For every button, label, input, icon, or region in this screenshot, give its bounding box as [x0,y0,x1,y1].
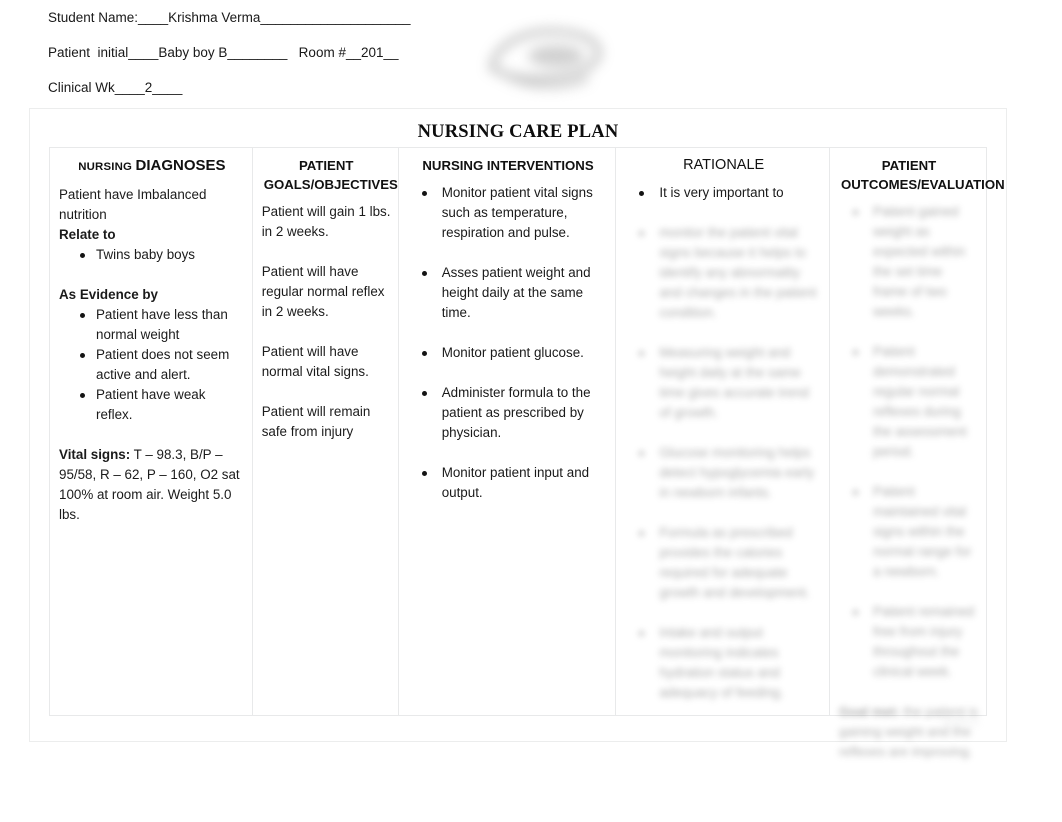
column-header-nursing-diagnoses: NURSING DIAGNOSES [59,156,245,177]
list-item: Monitor patient vital signs such as temp… [408,183,609,243]
goal-item: Patient will have normal vital signs. [261,344,369,379]
list-item: Patient gained weight as expected within… [839,202,979,322]
outcomes-note-label: Goal met: [839,704,900,719]
rationale-redacted-list: monitor the patient vital signs because … [625,223,822,703]
as-evidence-by-label: As Evidence by [59,287,158,302]
evidence-list: Patient have less than normal weight Pat… [59,305,245,425]
goal-item: Patient will remain safe from injury [261,404,371,439]
column-nursing-diagnoses: NURSING DIAGNOSES Patient have Imbalance… [50,148,253,715]
school-logo [470,16,620,102]
page-watermark: studocu [941,714,979,728]
vital-signs-line: Vital signs: T – 98.3, B/P – 95/58, R – … [59,445,245,525]
list-item: Patient does not seem active and alert. [59,345,245,385]
diagnoses-body: Patient have Imbalanced nutrition Relate… [59,185,245,525]
column-header-nursing-word: NURSING [78,161,136,173]
list-item: Asses patient weight and height daily at… [408,263,609,323]
goal-item: Patient will gain 1 lbs. in 2 weeks. [261,204,391,239]
list-item: It is very important to [625,183,822,203]
column-nursing-interventions: NURSING INTERVENTIONS Monitor patient vi… [399,148,617,715]
diagnosis-statement: Patient have Imbalanced nutrition [59,187,207,222]
list-item: Measuring weight and height daily at the… [625,343,822,423]
school-logo-blurred-icon [470,16,620,102]
list-item: Patient maintained vital signs within th… [839,482,979,582]
outcomes-redacted-block: Patient gained weight as expected within… [839,202,979,762]
column-header-rationale: RATIONALE [683,157,765,173]
column-header-nursing-interventions: NURSING INTERVENTIONS [422,158,594,173]
list-item: Patient remained free from injury throug… [839,602,979,682]
goals-body: Patient will gain 1 lbs. in 2 weeks. Pat… [262,202,391,442]
column-header-goals-word: GOALS/OBJECTIVES [263,177,398,192]
list-item: Administer formula to the patient as pre… [408,383,609,443]
list-item: Twins baby boys [59,245,245,265]
list-item: monitor the patient vital signs because … [625,223,822,323]
interventions-list: Monitor patient vital signs such as temp… [408,183,609,503]
list-item: Monitor patient glucose. [408,343,609,363]
column-patient-goals: PATIENT GOALS/OBJECTIVES Patient will ga… [253,148,399,715]
list-item: Formula as prescribed provides the calor… [625,523,822,603]
column-header-outcomes-word: OUTCOMES/EVALUATION [841,177,1005,192]
care-plan-table: NURSING DIAGNOSES Patient have Imbalance… [49,147,1005,759]
column-header-patient-word: PATIENT [881,158,937,173]
list-item: Intake and output monitoring indicates h… [625,623,822,703]
list-item: Patient have weak reflex. [59,385,245,425]
nursing-care-plan-frame: NURSING CARE PLAN NURSING DIAGNOSES Pati… [29,108,1007,759]
list-item: Monitor patient input and output. [408,463,609,503]
column-rationale: RATIONALE It is very important to monito… [616,148,830,715]
column-patient-outcomes: PATIENT OUTCOMES/EVALUATION Patient gain… [830,148,1005,759]
relate-to-label: Relate to [59,227,116,242]
rationale-redacted-block: monitor the patient vital signs because … [625,223,822,703]
relate-to-list: Twins baby boys [59,245,245,265]
column-header-patient-word: PATIENT [298,158,354,173]
goal-item: Patient will have regular normal reflex … [261,264,385,319]
outcomes-redacted-list: Patient gained weight as expected within… [839,202,979,682]
page-title: NURSING CARE PLAN [417,122,619,142]
list-item: Patient have less than normal weight [59,305,245,345]
rationale-list: It is very important to [625,183,822,203]
column-header-patient-outcomes: PATIENT OUTCOMES/EVALUATION [839,156,1005,194]
list-item: Glucose monitoring helps detect hypoglyc… [625,443,822,503]
column-header-patient-goals: PATIENT GOALS/OBJECTIVES [262,156,398,194]
vital-signs-label: Vital signs: [59,447,131,462]
column-header-diagnoses-word: DIAGNOSES [135,157,226,174]
list-item: Patient demonstrated regular normal refl… [839,342,979,462]
